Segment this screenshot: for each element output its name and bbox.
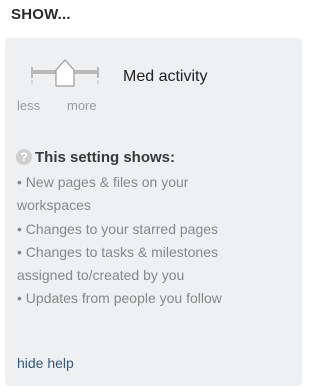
help-line: assigned to/created by you [17, 267, 185, 284]
hide-help-link[interactable]: hide help [17, 355, 74, 371]
help-line: • Updates from people you follow [17, 290, 222, 307]
help-line: • Changes to your starred pages [17, 220, 219, 237]
section-title: SHOW... [11, 6, 71, 23]
slider-max-label: more [67, 98, 97, 113]
slider-handle[interactable] [55, 59, 75, 87]
help-line: • New pages & files on your [17, 174, 189, 190]
activity-level-label: Med activity [123, 68, 208, 85]
help-line: • Changes to tasks & milestones [17, 243, 218, 260]
help-heading-text: This setting shows: [35, 148, 176, 166]
help-line: workspaces [17, 197, 91, 214]
slider-track [31, 59, 99, 87]
slider-min-label: less [17, 98, 41, 113]
question-circle-icon: ? [16, 149, 32, 165]
help-list: • New pages & files on your workspaces •… [17, 171, 282, 311]
activity-slider[interactable] [28, 58, 102, 88]
help-heading: ? This setting shows: [16, 148, 175, 166]
